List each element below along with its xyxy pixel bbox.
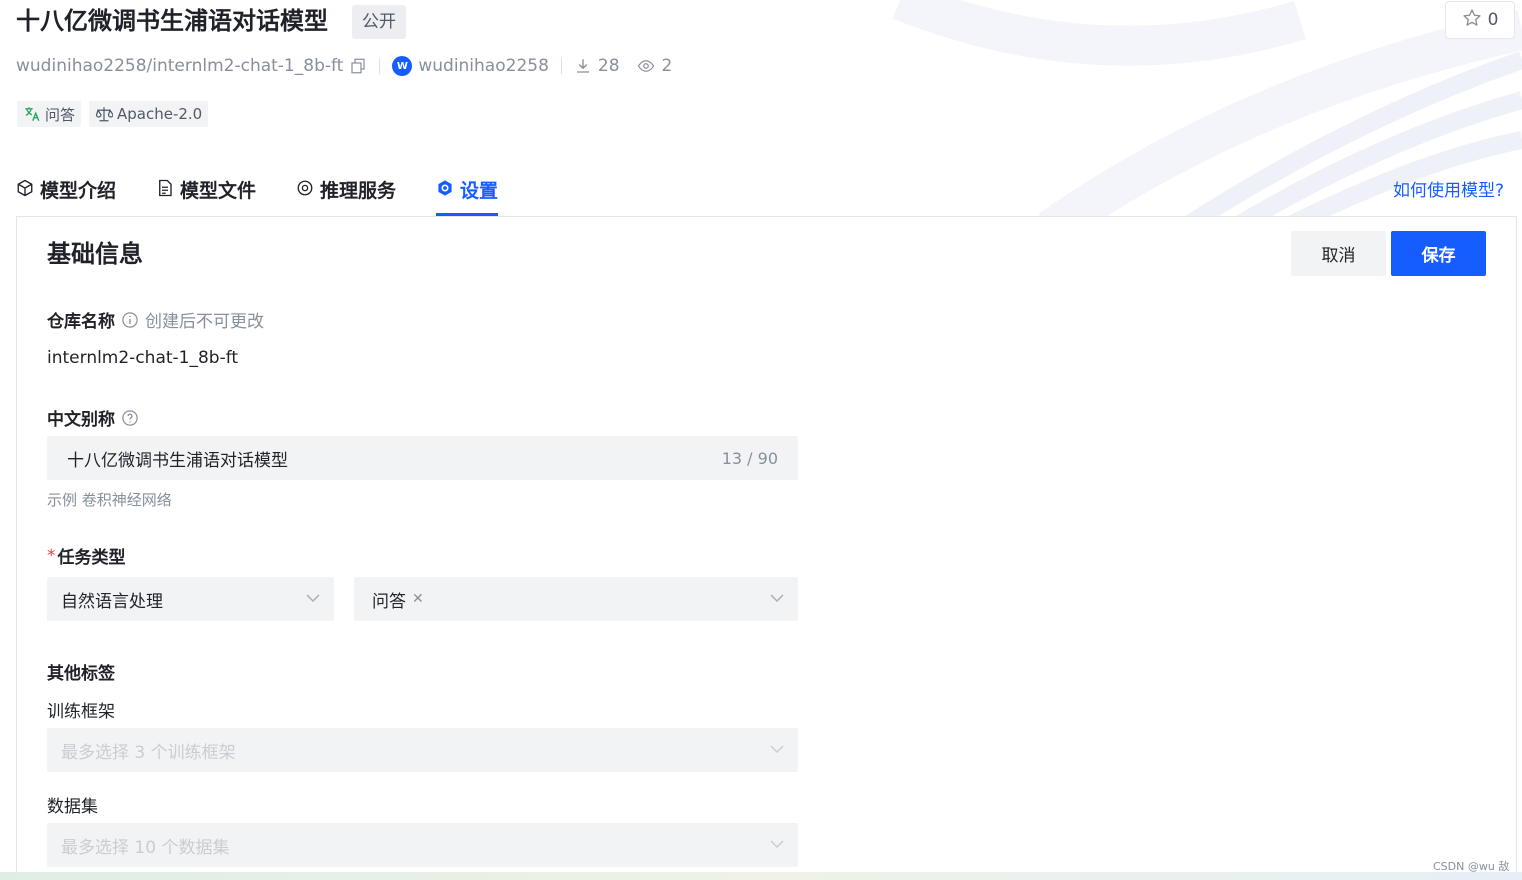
tag-label: Apache-2.0 xyxy=(117,105,203,123)
repo-name-label: 仓库名称 xyxy=(47,312,115,332)
bottom-strip xyxy=(0,872,1522,880)
chevron-down-icon xyxy=(770,838,784,852)
repo-name-value: internlm2-chat-1_8b-ft xyxy=(47,348,239,368)
view-count: 2 xyxy=(661,56,673,76)
chevron-down-icon xyxy=(770,592,784,606)
model-tabs: 模型介绍 模型文件 推理服务 设置 xyxy=(16,168,499,216)
framework-label: 训练框架 xyxy=(47,702,115,722)
page-title: 十八亿微调书生浦语对话模型 xyxy=(16,7,328,35)
divider xyxy=(379,58,381,74)
tag-license[interactable]: Apache-2.0 xyxy=(89,101,209,127)
tab-label: 设置 xyxy=(460,180,499,202)
cn-alias-label-row: 中文别称 xyxy=(47,405,139,430)
tab-label: 模型介绍 xyxy=(40,180,117,202)
cn-alias-label: 中文别称 xyxy=(47,410,115,430)
owner-avatar[interactable]: W xyxy=(392,56,413,76)
dataset-placeholder: 最多选择 10 个数据集 xyxy=(61,837,230,858)
settings-icon xyxy=(436,179,454,197)
copy-icon[interactable] xyxy=(349,57,367,75)
tab-inference-service[interactable]: 推理服务 xyxy=(296,168,396,216)
tag-label: 问答 xyxy=(45,105,76,124)
watermark: CSDN @wu 敌 xyxy=(1433,860,1510,873)
scale-icon xyxy=(95,105,113,123)
visibility-badge: 公开 xyxy=(352,5,406,39)
download-count: 28 xyxy=(597,56,620,76)
task-chip-label: 问答 xyxy=(372,591,406,612)
tab-label: 模型文件 xyxy=(180,180,257,202)
cancel-button[interactable]: 取消 xyxy=(1291,231,1386,276)
cn-alias-value: 十八亿微调书生浦语对话模型 xyxy=(67,450,288,471)
tab-label: 推理服务 xyxy=(320,180,397,202)
tab-settings[interactable]: 设置 xyxy=(436,168,499,216)
dataset-label: 数据集 xyxy=(47,797,98,817)
download-icon xyxy=(574,57,592,75)
service-icon xyxy=(296,179,314,197)
task-chip: 问答 ✕ xyxy=(372,587,424,612)
cn-alias-input[interactable]: 十八亿微调书生浦语对话模型 13 / 90 xyxy=(47,436,798,480)
translate-icon xyxy=(23,105,41,123)
star-icon xyxy=(1462,8,1482,33)
eye-icon xyxy=(636,57,656,75)
close-icon[interactable]: ✕ xyxy=(412,591,424,607)
save-button[interactable]: 保存 xyxy=(1391,231,1486,276)
cn-alias-example: 示例 卷积神经网络 xyxy=(47,491,172,509)
help-icon xyxy=(121,409,139,427)
task-subtype-select[interactable]: 问答 ✕ xyxy=(354,577,798,621)
star-count: 0 xyxy=(1487,10,1499,30)
info-icon xyxy=(121,311,139,329)
cube-icon xyxy=(16,179,34,197)
task-type-label: 任务类型 xyxy=(57,548,126,568)
divider xyxy=(560,58,562,74)
owner-name[interactable]: wudinihao2258 xyxy=(418,56,549,76)
char-counter: 13 / 90 xyxy=(721,448,778,468)
chevron-down-icon xyxy=(306,592,320,606)
star-button[interactable]: 0 xyxy=(1445,1,1515,39)
tab-model-intro[interactable]: 模型介绍 xyxy=(16,168,116,216)
repo-name-hint: 创建后不可更改 xyxy=(145,312,264,332)
section-title: 基础信息 xyxy=(47,240,143,268)
repo-name-label-row: 仓库名称 创建后不可更改 xyxy=(47,307,264,332)
repo-path: wudinihao2258/internlm2-chat-1_8b-ft xyxy=(16,56,344,76)
framework-select[interactable]: 最多选择 3 个训练框架 xyxy=(47,728,798,772)
framework-placeholder: 最多选择 3 个训练框架 xyxy=(61,742,236,763)
task-category-value: 自然语言处理 xyxy=(61,591,163,612)
repo-meta-row: wudinihao2258/internlm2-chat-1_8b-ft W w… xyxy=(16,52,672,80)
task-category-select[interactable]: 自然语言处理 xyxy=(47,577,334,621)
tab-model-files[interactable]: 模型文件 xyxy=(156,168,256,216)
how-to-use-link[interactable]: 如何使用模型? xyxy=(1393,176,1504,201)
dataset-select[interactable]: 最多选择 10 个数据集 xyxy=(47,823,798,867)
tag-task[interactable]: 问答 xyxy=(17,101,82,127)
required-mark: * xyxy=(47,545,56,566)
other-tags-label: 其他标签 xyxy=(47,664,115,684)
file-icon xyxy=(156,179,174,197)
task-type-label-row: * 任务类型 xyxy=(47,543,126,569)
chevron-down-icon xyxy=(770,743,784,757)
